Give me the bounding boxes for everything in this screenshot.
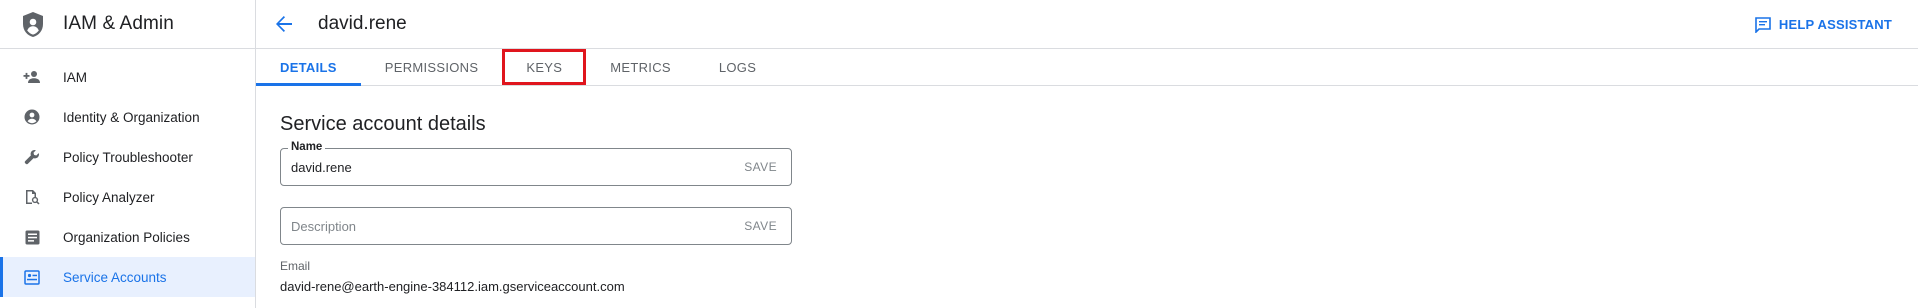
back-arrow-icon[interactable] bbox=[273, 13, 295, 35]
sidebar-item-identity-organization[interactable]: Identity & Organization bbox=[0, 97, 255, 137]
sidebar-item-iam[interactable]: IAM bbox=[0, 57, 255, 97]
description-field[interactable]: Description SAVE bbox=[280, 207, 792, 245]
name-field-value: david.rene bbox=[291, 159, 352, 175]
help-assistant-label: HELP ASSISTANT bbox=[1778, 17, 1892, 32]
header: david.rene HELP ASSISTANT bbox=[256, 0, 1918, 49]
sidebar-item-label: IAM bbox=[63, 69, 88, 85]
page-title: david.rene bbox=[318, 13, 407, 34]
list-document-icon bbox=[23, 228, 41, 246]
sidebar: IAM & Admin IAM Identity & Organization … bbox=[0, 0, 256, 308]
email-value: david-rene@earth-engine-384112.iam.gserv… bbox=[280, 279, 625, 294]
name-field-label: Name bbox=[288, 141, 326, 153]
email-label: Email bbox=[280, 259, 311, 273]
sidebar-item-policy-analyzer[interactable]: Policy Analyzer bbox=[0, 177, 255, 217]
tab-bar: DETAILS PERMISSIONS KEYS METRICS LOGS bbox=[256, 49, 1918, 86]
sidebar-header: IAM & Admin bbox=[0, 0, 255, 49]
app: IAM & Admin IAM Identity & Organization … bbox=[0, 0, 1918, 308]
sidebar-item-policy-troubleshooter[interactable]: Policy Troubleshooter bbox=[0, 137, 255, 177]
description-save-button[interactable]: SAVE bbox=[744, 208, 777, 244]
name-field[interactable]: Name david.rene SAVE bbox=[280, 141, 792, 186]
sidebar-nav: IAM Identity & Organization Policy Troub… bbox=[0, 57, 255, 297]
help-assistant-button[interactable]: HELP ASSISTANT bbox=[1755, 0, 1892, 49]
tab-metrics[interactable]: METRICS bbox=[586, 49, 695, 85]
sidebar-item-label: Identity & Organization bbox=[63, 109, 200, 125]
main-panel: david.rene HELP ASSISTANT DETAILS PERMIS… bbox=[256, 0, 1918, 308]
sidebar-item-label: Policy Analyzer bbox=[63, 189, 155, 205]
sidebar-item-label: Organization Policies bbox=[63, 229, 190, 245]
account-circle-icon bbox=[23, 108, 41, 126]
wrench-icon bbox=[23, 148, 41, 166]
service-account-icon bbox=[23, 268, 41, 286]
section-title: Service account details bbox=[280, 113, 486, 135]
details-content: Service account details Name david.rene … bbox=[256, 113, 1918, 294]
description-placeholder: Description bbox=[291, 218, 357, 234]
sidebar-item-label: Policy Troubleshooter bbox=[63, 149, 193, 165]
sidebar-item-organization-policies[interactable]: Organization Policies bbox=[0, 217, 255, 257]
tab-keys[interactable]: KEYS bbox=[502, 49, 587, 85]
person-add-icon bbox=[23, 68, 41, 86]
tab-details[interactable]: DETAILS bbox=[256, 49, 361, 86]
chat-icon bbox=[1755, 16, 1773, 34]
shield-icon bbox=[21, 10, 45, 38]
name-save-button[interactable]: SAVE bbox=[744, 149, 777, 185]
document-search-icon bbox=[23, 188, 41, 206]
tab-logs[interactable]: LOGS bbox=[695, 49, 780, 85]
product-title: IAM & Admin bbox=[63, 13, 174, 34]
sidebar-item-service-accounts[interactable]: Service Accounts bbox=[0, 257, 255, 297]
sidebar-item-label: Service Accounts bbox=[63, 269, 167, 285]
tab-permissions[interactable]: PERMISSIONS bbox=[361, 49, 503, 85]
